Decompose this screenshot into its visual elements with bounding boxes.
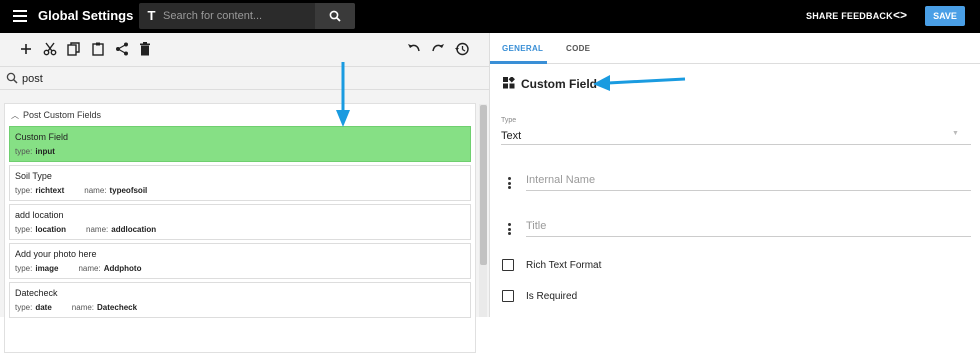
type-key: type: [15,186,33,195]
menu-icon[interactable] [13,10,27,22]
tab-general[interactable]: GENERAL [502,44,543,53]
field-name: addlocation [111,225,157,234]
field-label: Datecheck [15,288,58,298]
type-key: type: [15,303,33,312]
type-key: type: [15,147,33,156]
save-button[interactable]: SAVE [925,6,965,26]
filter-input[interactable] [22,70,442,87]
is-required-label: Is Required [526,291,578,302]
widgets-icon [503,77,515,89]
field-type: input [35,147,55,156]
copy-icon[interactable] [66,41,82,57]
structure-panel: ︿Post Custom Fields Custom Field type:in… [0,33,489,353]
field-meta: type: image name: Addphoto [15,264,141,273]
dropdown-arrow-icon: ▼ [952,130,959,137]
field-label: Soil Type [15,171,52,181]
share-icon[interactable] [114,41,130,57]
active-tab-indicator [490,61,547,64]
scrollbar-thumb[interactable] [480,105,487,265]
field-item[interactable]: Add your photo here type: image name: Addph… [9,243,471,279]
share-feedback-button[interactable]: SHARE FEEDBACK [806,11,893,21]
history-icon[interactable] [454,41,470,57]
is-required-checkbox[interactable] [502,290,514,302]
field-meta: type: input [15,147,55,156]
internal-name-input[interactable] [526,169,971,191]
chevron-up-icon: ︿ [11,111,19,120]
app-title: Global Settings [38,8,134,23]
tab-bar: GENERAL CODE [490,33,980,64]
search-icon [6,72,18,84]
group-label: Post Custom Fields [23,110,102,120]
name-key: name: [78,264,101,273]
type-value: Text [501,130,522,142]
content-search-input[interactable] [163,3,313,29]
tab-code[interactable]: CODE [566,44,590,53]
search-icon [329,10,341,22]
field-meta: type: location name: addlocation [15,225,156,234]
field-type: richtext [35,186,65,195]
code-toggle-icon[interactable]: <> [893,8,907,22]
field-item[interactable]: Datecheck type: date name: Datecheck [9,282,471,318]
field-item[interactable]: Soil Type type: richtext name: typeofsoil [9,165,471,201]
title-input[interactable] [526,215,971,237]
type-label: Type [501,117,517,124]
redo-icon[interactable] [430,41,446,57]
field-label: Custom Field [15,132,69,142]
delete-icon[interactable] [137,41,153,57]
field-label: add location [15,210,64,220]
type-key: type: [15,264,33,273]
field-meta: type: date name: Datecheck [15,303,137,312]
name-key: name: [84,186,107,195]
type-key: type: [15,225,33,234]
field-meta: type: richtext name: typeofsoil [15,186,147,195]
name-key: name: [86,225,109,234]
name-key: name: [71,303,95,312]
panel-title: Custom Field [521,77,598,91]
undo-icon[interactable] [406,41,422,57]
search-bar: T [139,3,355,29]
filter-bar [0,66,489,90]
more-options-icon[interactable] [508,223,512,237]
group-header[interactable]: ︿ Post Custom Fields [11,110,101,121]
more-options-icon[interactable] [508,177,512,191]
add-icon[interactable] [18,41,34,57]
top-bar: Global Settings T SHARE FEEDBACK <> SAVE [0,0,980,33]
type-select[interactable] [501,125,971,145]
paste-icon[interactable] [90,41,106,57]
field-name: typeofsoil [109,186,148,195]
field-item[interactable]: add location type: location name: addlocati… [9,204,471,240]
field-name: Datecheck [97,303,138,312]
rich-text-checkbox[interactable] [502,259,514,271]
rich-text-label: Rich Text Format [526,260,602,271]
field-type: date [35,303,52,312]
field-tree: ︿ Post Custom Fields Custom Field type: in… [4,103,476,353]
properties-panel: GENERAL CODE Custom Field Type Text ▼ Ri… [489,33,980,317]
field-type: location [35,225,67,234]
field-label: Add your photo here [15,249,97,259]
cut-icon[interactable] [42,41,58,57]
search-button[interactable] [315,3,355,29]
field-name: Addphoto [103,264,142,273]
field-type: image [35,264,59,273]
text-type-icon: T [147,8,156,23]
field-item[interactable]: Custom Field type: input [9,126,471,162]
